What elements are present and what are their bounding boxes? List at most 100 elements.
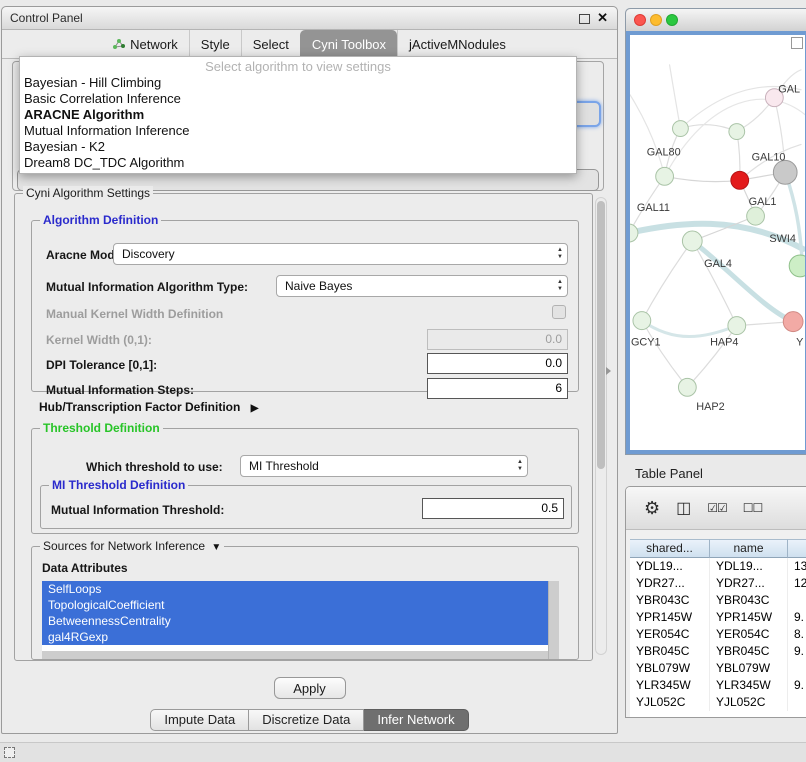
network-view-window: GAL80GAL10GAL11GAL1SWI4GAL4GCY1HAP4HAP2G… <box>625 8 806 455</box>
table-cell: 8. <box>788 626 806 643</box>
node-label: SWI4 <box>769 233 796 245</box>
network-node[interactable] <box>630 224 638 242</box>
mi-type-label: Mutual Information Algorithm Type: <box>46 280 248 294</box>
network-node[interactable] <box>789 255 805 277</box>
table-row[interactable]: YLR345WYLR345W9. <box>630 677 806 694</box>
network-node[interactable] <box>633 312 651 330</box>
table-row[interactable]: YJL052CYJL052C <box>630 694 806 711</box>
attribute-item-gal4rgexp[interactable]: gal4RGexp <box>42 629 548 645</box>
aracne-mode-combo[interactable]: Discovery ▲▼ <box>113 243 568 265</box>
tab-network[interactable]: Network <box>102 30 189 58</box>
threshold-definition-title: Threshold Definition <box>40 421 163 435</box>
network-edge <box>665 176 740 181</box>
deselect-all-icon[interactable]: ☐☐ <box>743 501 763 515</box>
columns-icon[interactable]: ◫ <box>676 498 691 518</box>
expand-triangle-icon[interactable]: ▶ <box>251 403 259 414</box>
network-node[interactable] <box>731 171 749 189</box>
minimized-panel-icon[interactable] <box>4 747 15 758</box>
table-row[interactable]: YDL19...YDL19...13 <box>630 558 806 575</box>
attribute-item-betweennesscentrality[interactable]: BetweennessCentrality <box>42 613 548 629</box>
data-attributes-list[interactable]: SelfLoopsTopologicalCoefficientBetweenne… <box>42 581 559 659</box>
minimize-traffic-light-icon[interactable] <box>650 14 662 26</box>
tab-discretize-data[interactable]: Discretize Data <box>249 709 364 731</box>
algorithm-definition-group: Algorithm Definition Aracne Mode: Discov… <box>31 220 579 392</box>
manual-kernel-checkbox[interactable] <box>552 305 566 319</box>
column-header-shared[interactable]: shared... <box>630 539 710 558</box>
table-cell: YBR043C <box>710 592 788 609</box>
control-panel-titlebar[interactable]: Control Panel ✕ <box>2 7 617 30</box>
tab-impute-data[interactable]: Impute Data <box>150 709 249 731</box>
network-node[interactable] <box>728 317 746 335</box>
settings-scrollbar[interactable] <box>595 197 607 655</box>
attribute-item-selfloops[interactable]: SelfLoops <box>42 581 548 597</box>
split-pane-arrow[interactable] <box>606 367 611 375</box>
mi-steps-field[interactable]: 6 <box>427 378 568 399</box>
algorithm-option-dream8-dc-tdc-algorithm[interactable]: Dream8 DC_TDC Algorithm <box>20 155 576 171</box>
cyni-mode-tabs: Impute DataDiscretize DataInfer Network <box>2 709 617 731</box>
network-canvas[interactable]: GAL80GAL10GAL11GAL1SWI4GAL4GCY1HAP4HAP2G… <box>630 35 805 450</box>
float-window-icon[interactable] <box>579 14 590 24</box>
network-node[interactable] <box>673 121 689 137</box>
table-cell: YBR045C <box>710 643 788 660</box>
column-header-2[interactable] <box>788 539 806 558</box>
node-table: shared...name YDL19...YDL19...13YDR27...… <box>630 539 806 717</box>
column-header-name[interactable]: name <box>710 539 788 558</box>
mi-threshold-field[interactable]: 0.5 <box>422 498 564 519</box>
zoom-traffic-light-icon[interactable] <box>666 14 678 26</box>
mi-threshold-group: MI Threshold Definition Mutual Informati… <box>40 485 572 529</box>
kernel-width-field[interactable]: 0.0 <box>427 329 568 350</box>
tab-cyni-toolbox[interactable]: Cyni Toolbox <box>300 30 397 58</box>
which-threshold-label: Which threshold to use: <box>86 460 223 474</box>
mi-steps-label: Mutual Information Steps: <box>46 383 194 397</box>
algorithm-option-aracne-algorithm[interactable]: ARACNE Algorithm <box>20 107 576 123</box>
scrollbar-thumb[interactable] <box>597 201 605 469</box>
table-row[interactable]: YBL079WYBL079W <box>630 660 806 677</box>
network-node[interactable] <box>678 378 696 396</box>
collapse-triangle-icon[interactable]: ▼ <box>211 542 221 553</box>
attribute-item-topologicalcoefficient[interactable]: TopologicalCoefficient <box>42 597 548 613</box>
network-node[interactable] <box>783 312 803 332</box>
tab-jactivemnodules[interactable]: jActiveMNodules <box>397 30 517 58</box>
list-horizontal-scrollbar[interactable] <box>42 651 548 659</box>
table-row[interactable]: YER054CYER054C8. <box>630 626 806 643</box>
dpi-tolerance-field[interactable]: 0.0 <box>427 353 568 374</box>
table-row[interactable]: YBR043CYBR043C <box>630 592 806 609</box>
select-all-icon[interactable]: ☑☑ <box>707 501 727 515</box>
algorithm-option-basic-correlation-inference[interactable]: Basic Correlation Inference <box>20 91 576 107</box>
tab-style[interactable]: Style <box>189 30 241 58</box>
network-node[interactable] <box>656 167 674 185</box>
tab-infer-network[interactable]: Infer Network <box>364 709 468 731</box>
network-node[interactable] <box>682 231 702 251</box>
combo-stepper-icon: ▲▼ <box>557 247 563 261</box>
close-icon[interactable]: ✕ <box>597 10 608 26</box>
table-body: YDL19...YDL19...13YDR27...YDR27...12YBR0… <box>630 558 806 711</box>
table-row[interactable]: YBR045CYBR045C9. <box>630 643 806 660</box>
apply-button[interactable]: Apply <box>274 677 346 699</box>
table-cell: YBL079W <box>630 660 710 677</box>
algorithm-option-mutual-information-inference[interactable]: Mutual Information Inference <box>20 123 576 139</box>
manual-kernel-label: Manual Kernel Width Definition <box>46 307 223 321</box>
table-row[interactable]: YPR145WYPR145W9. <box>630 609 806 626</box>
network-node[interactable] <box>773 160 797 184</box>
network-node[interactable] <box>729 124 745 140</box>
dpi-tolerance-label: DPI Tolerance [0,1]: <box>46 358 157 372</box>
hub-definition-toggle[interactable]: Hub/Transcription Factor Definition ▶ <box>39 400 258 414</box>
mi-type-combo[interactable]: Naive Bayes ▲▼ <box>276 275 568 297</box>
which-threshold-combo[interactable]: MI Threshold ▲▼ <box>240 455 528 477</box>
node-label: GAL11 <box>637 202 670 214</box>
network-window-titlebar[interactable] <box>626 9 806 32</box>
algorithm-option-bayesian-k2[interactable]: Bayesian - K2 <box>20 139 576 155</box>
list-vertical-scrollbar[interactable] <box>548 581 559 659</box>
close-traffic-light-icon[interactable] <box>634 14 646 26</box>
node-label: GAL10 <box>752 151 786 163</box>
table-cell: YBR045C <box>630 643 710 660</box>
tab-select[interactable]: Select <box>241 30 300 58</box>
table-row[interactable]: YDR27...YDR27...12 <box>630 575 806 592</box>
aracne-mode-value: Discovery <box>122 247 175 261</box>
algorithm-option-bayesian-hill-climbing[interactable]: Bayesian - Hill Climbing <box>20 75 576 91</box>
network-node[interactable] <box>747 207 765 225</box>
table-cell: YDL19... <box>630 558 710 575</box>
overview-box[interactable] <box>791 37 803 49</box>
algorithm-definition-title: Algorithm Definition <box>40 213 161 227</box>
gear-icon[interactable]: ⚙ <box>644 498 660 519</box>
